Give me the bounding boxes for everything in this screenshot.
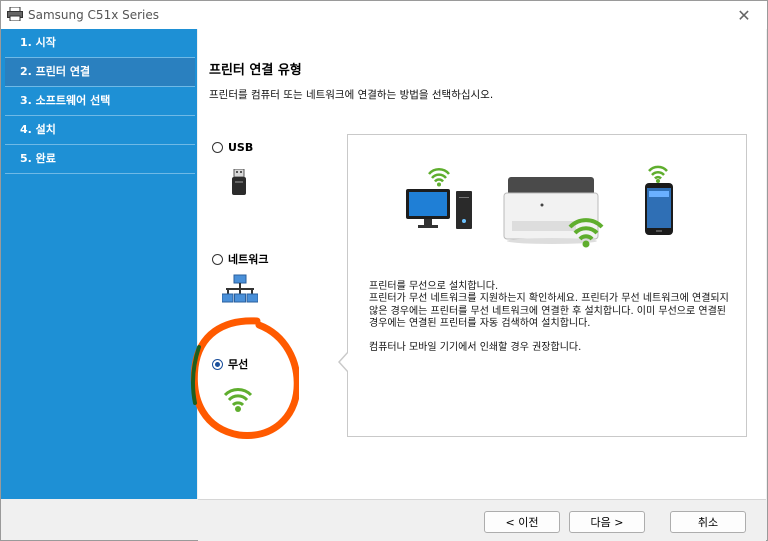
step-start: 1. 시작 <box>5 29 195 58</box>
usb-option[interactable]: USB <box>212 141 253 154</box>
printer-app-icon <box>7 6 23 22</box>
option-details-panel: 프린터를 무선으로 설치합니다. 프린터가 무선 네트워크를 지원하는지 확인하… <box>347 134 747 437</box>
smartphone-icon <box>645 183 673 238</box>
network-option-label: 네트워크 <box>228 253 269 266</box>
option-description: 프린터를 무선으로 설치합니다. 프린터가 무선 네트워크를 지원하는지 확인하… <box>369 281 729 354</box>
panel-pointer-inner <box>340 352 349 372</box>
step-software-selection: 3. 소프트웨어 선택 <box>5 87 195 116</box>
desktop-computer-icon <box>406 189 474 234</box>
title-bar: Samsung C51x Series ✕ <box>1 1 767 29</box>
usb-radio[interactable] <box>212 142 223 153</box>
window-title: Samsung C51x Series <box>28 8 160 22</box>
installer-window: Samsung C51x Series ✕ 1. 시작 2. 프린터 연결 3.… <box>0 0 768 541</box>
network-icon <box>221 274 259 309</box>
recommendation-text: 컴퓨터나 모바일 기기에서 인쇄할 경우 권장합니다. <box>369 341 582 353</box>
wifi-icon <box>568 213 604 252</box>
description-line-2: 프린터가 무선 네트워크를 지원하는지 확인하세요. 프린터가 무선 네트워크에… <box>369 293 729 330</box>
step-install: 4. 설치 <box>5 116 195 145</box>
usb-option-label: USB <box>228 141 254 154</box>
close-button[interactable]: ✕ <box>721 1 767 29</box>
steps-sidebar: 1. 시작 2. 프린터 연결 3. 소프트웨어 선택 4. 설치 5. 완료 <box>1 29 197 499</box>
page-subtitle: 프린터를 컴퓨터 또는 네트워크에 연결하는 방법을 선택하십시오. <box>209 89 494 101</box>
footer-bar: < 이전 다음 > 취소 <box>198 499 766 541</box>
wifi-icon <box>428 167 450 190</box>
annotation-circle <box>190 317 299 439</box>
usb-plug-icon <box>229 168 249 200</box>
step-complete: 5. 완료 <box>5 145 195 174</box>
network-radio[interactable] <box>212 253 223 265</box>
next-button[interactable]: 다음 > <box>569 511 645 533</box>
description-line-1: 프린터를 무선으로 설치합니다. <box>369 281 499 292</box>
step-printer-connection: 2. 프린터 연결 <box>5 58 195 87</box>
page-title: 프린터 연결 유형 <box>209 63 302 78</box>
back-button[interactable]: < 이전 <box>484 511 560 533</box>
network-option[interactable]: 네트워크 <box>212 251 268 267</box>
cancel-button[interactable]: 취소 <box>670 511 746 533</box>
